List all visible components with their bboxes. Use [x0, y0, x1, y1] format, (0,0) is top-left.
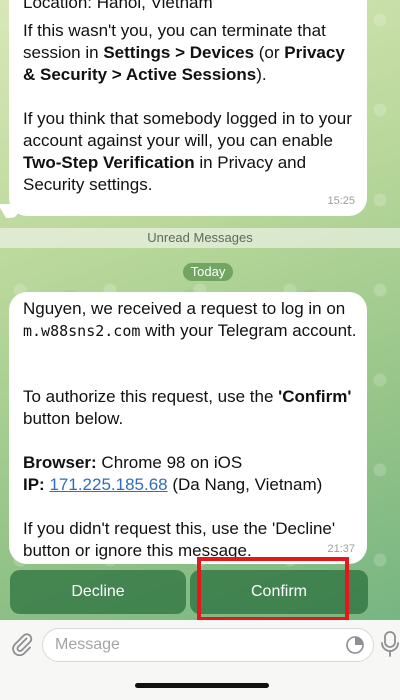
browser-label: Browser:	[23, 453, 97, 472]
location-line: Location: Hanoi, Vietnam	[23, 0, 213, 12]
message-placeholder: Message	[55, 636, 120, 653]
text: button below.	[23, 409, 124, 428]
domain-text: m.w88sns2.com	[23, 322, 141, 340]
browser-value: Chrome 98 on iOS	[96, 453, 243, 472]
microphone-icon[interactable]	[380, 630, 400, 658]
two-step-paragraph: If you think that somebody logged in to …	[23, 108, 359, 196]
decline-button[interactable]: Decline	[10, 570, 186, 614]
message-input-bar: Message	[0, 620, 400, 700]
ip-link[interactable]: 171.225.185.68	[49, 475, 167, 494]
text: To authorize this request, use the	[23, 387, 279, 406]
confirm-button[interactable]: Confirm	[190, 570, 368, 614]
device-info: Browser: Chrome 98 on iOS IP: 171.225.18…	[23, 452, 357, 496]
authorize-paragraph: To authorize this request, use the 'Conf…	[23, 386, 357, 430]
message-time: 15:25	[327, 195, 355, 207]
message-bubble-security-notice: Location: Hanoi, Vietnam If this wasn't …	[9, 0, 367, 216]
ip-location: (Da Nang, Vietnam)	[167, 475, 323, 494]
message-bubble-login-request: Nguyen, we received a request to log in …	[9, 292, 367, 564]
text: with your Telegram account.	[140, 321, 357, 340]
login-request-paragraph: Nguyen, we received a request to log in …	[23, 298, 357, 342]
bold-confirm: 'Confirm'	[278, 387, 352, 406]
text: ).	[256, 65, 267, 84]
bold-two-step-verification: Two-Step Verification	[23, 153, 195, 172]
text: If you think that somebody logged in to …	[23, 109, 352, 150]
decline-instruction-paragraph: If you didn't request this, use the 'Dec…	[23, 519, 336, 560]
ip-label: IP:	[23, 475, 45, 494]
bold-settings-devices: Settings > Devices	[103, 43, 255, 62]
message-input[interactable]: Message	[42, 628, 374, 662]
sticker-icon[interactable]	[345, 635, 365, 655]
terminate-session-paragraph: If this wasn't you, you can terminate th…	[23, 20, 359, 86]
text: (or	[254, 43, 285, 62]
home-indicator[interactable]	[135, 683, 269, 688]
message-time: 21:37	[327, 543, 355, 555]
text: Nguyen, we received a request to log in …	[23, 299, 346, 318]
date-separator: Today	[183, 263, 233, 281]
paperclip-icon[interactable]	[10, 632, 34, 656]
unread-messages-divider: Unread Messages	[0, 228, 400, 248]
